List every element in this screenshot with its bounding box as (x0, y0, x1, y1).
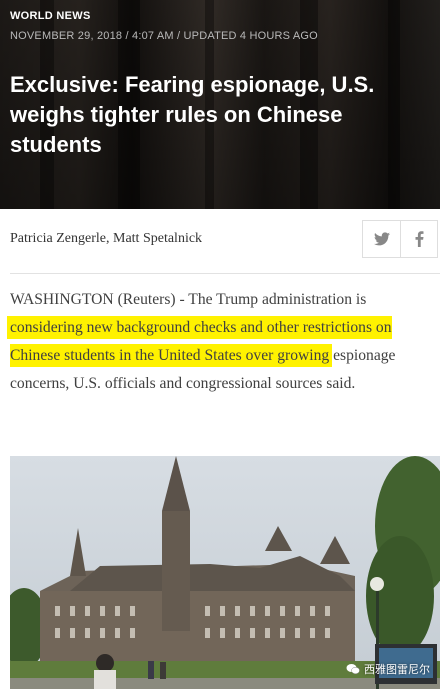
byline-row: Patricia Zengerle, Matt Spetalnick (0, 220, 440, 260)
hero-banner: WORLD NEWS NOVEMBER 29, 2018 / 4:07 AM /… (0, 0, 440, 209)
wechat-icon (346, 664, 360, 674)
twitter-share-button[interactable] (362, 220, 400, 258)
twitter-icon (373, 232, 390, 246)
facebook-icon (415, 231, 423, 247)
article-authors[interactable]: Patricia Zengerle, Matt Spetalnick (10, 231, 202, 247)
article-paragraph: WASHINGTON (Reuters) - The Trump adminis… (10, 286, 440, 398)
article-photo[interactable]: 西雅图雷尼尔 (10, 456, 440, 689)
article-headline: Exclusive: Fearing espionage, U.S. weigh… (10, 72, 375, 157)
watermark: 西雅图雷尼尔 (346, 661, 430, 677)
paragraph-lead: WASHINGTON (Reuters) - The Trump adminis… (10, 291, 367, 308)
university-building-icon (10, 456, 440, 689)
divider (10, 273, 440, 274)
article-dateline: NOVEMBER 29, 2018 / 4:07 AM / UPDATED 4 … (10, 30, 318, 42)
facebook-share-button[interactable] (400, 220, 438, 258)
watermark-label: 西雅图雷尼尔 (364, 664, 430, 676)
section-kicker[interactable]: WORLD NEWS (10, 10, 91, 22)
article-body: WASHINGTON (Reuters) - The Trump adminis… (10, 286, 440, 398)
